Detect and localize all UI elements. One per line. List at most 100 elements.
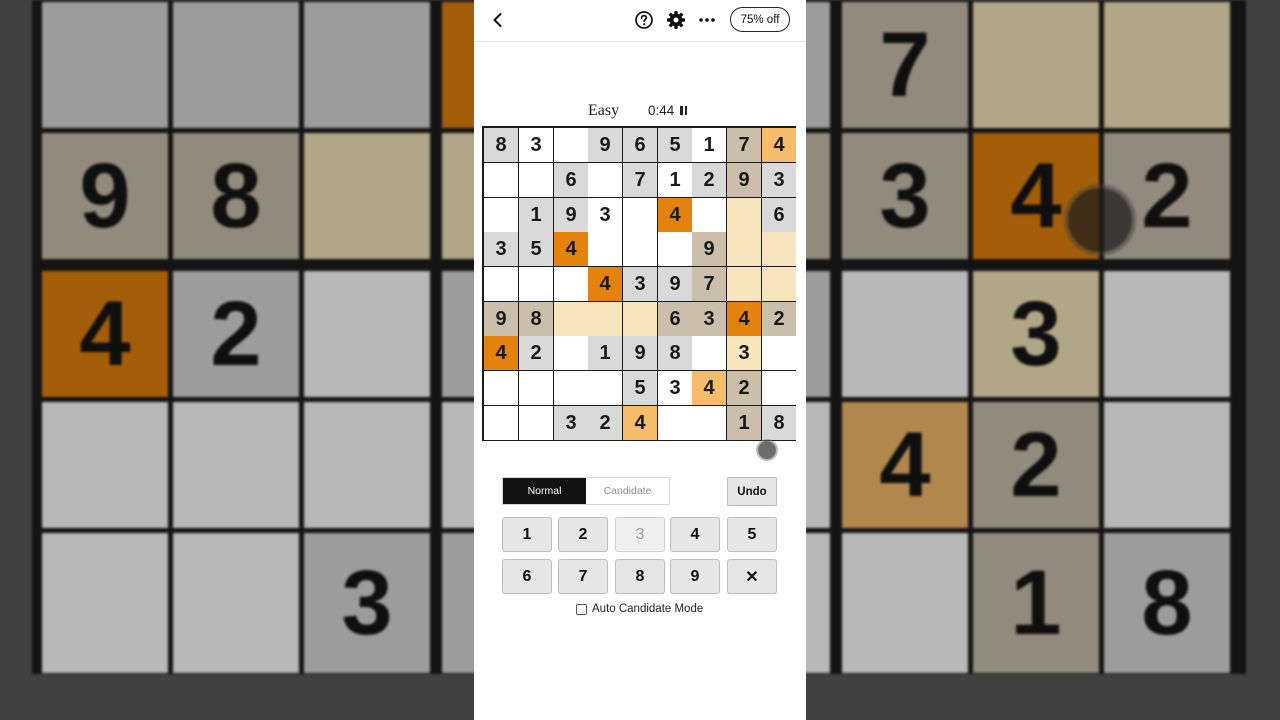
board-cell[interactable] xyxy=(484,198,518,232)
board-cell[interactable]: 3 xyxy=(727,336,761,370)
number-key[interactable]: 5 xyxy=(727,517,777,552)
board-cell[interactable]: 4 xyxy=(484,336,518,370)
board-cell[interactable] xyxy=(727,198,761,232)
chevron-left-icon[interactable] xyxy=(488,10,508,30)
board-cell[interactable] xyxy=(484,163,518,197)
number-key[interactable]: 1 xyxy=(502,517,552,552)
board-cell[interactable] xyxy=(588,163,622,197)
board-cell[interactable]: 6 xyxy=(554,163,588,197)
board-cell[interactable] xyxy=(484,267,518,301)
board-cell[interactable]: 2 xyxy=(762,302,796,336)
board-cell[interactable] xyxy=(554,336,588,370)
board-cell[interactable]: 9 xyxy=(658,267,692,301)
board-cell[interactable]: 3 xyxy=(762,163,796,197)
erase-button[interactable]: ✕ xyxy=(727,559,777,594)
board-cell[interactable] xyxy=(484,406,518,440)
board-cell[interactable]: 9 xyxy=(588,128,622,162)
number-key[interactable]: 4 xyxy=(670,517,720,552)
board-cell[interactable] xyxy=(623,302,657,336)
board-cell[interactable] xyxy=(762,371,796,405)
board-cell[interactable] xyxy=(692,336,726,370)
board-cell[interactable]: 1 xyxy=(727,406,761,440)
board-cell[interactable] xyxy=(554,302,588,336)
auto-candidate-checkbox[interactable] xyxy=(576,603,587,615)
board-cell[interactable] xyxy=(692,406,726,440)
board-cell[interactable] xyxy=(519,163,553,197)
board-cell[interactable] xyxy=(727,267,761,301)
pause-icon[interactable] xyxy=(680,106,687,115)
board-cell[interactable] xyxy=(588,232,622,266)
board-cell[interactable]: 2 xyxy=(588,406,622,440)
number-key[interactable]: 9 xyxy=(670,559,720,594)
number-key[interactable]: 7 xyxy=(558,559,608,594)
board-cell[interactable]: 5 xyxy=(519,232,553,266)
board-cell[interactable] xyxy=(762,336,796,370)
board-cell[interactable]: 9 xyxy=(623,336,657,370)
number-key[interactable]: 3 xyxy=(615,517,665,552)
board-cell[interactable]: 1 xyxy=(692,128,726,162)
board-cell[interactable]: 8 xyxy=(658,336,692,370)
board-cell[interactable]: 7 xyxy=(692,267,726,301)
board-cell[interactable]: 9 xyxy=(692,232,726,266)
board-cell[interactable]: 5 xyxy=(623,371,657,405)
promo-button[interactable]: 75% off xyxy=(730,7,790,32)
board-cell[interactable] xyxy=(588,371,622,405)
ellipsis-icon[interactable] xyxy=(697,10,717,30)
board-cell[interactable]: 2 xyxy=(727,371,761,405)
number-key[interactable]: 2 xyxy=(558,517,608,552)
board-cell[interactable]: 3 xyxy=(554,406,588,440)
question-circle-icon[interactable] xyxy=(634,10,654,30)
board-cell[interactable] xyxy=(623,232,657,266)
number-key[interactable]: 8 xyxy=(615,559,665,594)
board-cell[interactable]: 3 xyxy=(623,267,657,301)
board-cell[interactable]: 7 xyxy=(623,163,657,197)
board-cell[interactable] xyxy=(519,371,553,405)
board-cell[interactable]: 9 xyxy=(727,163,761,197)
board-cell[interactable] xyxy=(554,128,588,162)
board-cell[interactable]: 4 xyxy=(554,232,588,266)
board-cell[interactable]: 4 xyxy=(658,198,692,232)
normal-mode-button[interactable]: Normal xyxy=(503,478,586,504)
number-key[interactable]: 6 xyxy=(502,559,552,594)
board-cell[interactable] xyxy=(519,406,553,440)
board-cell[interactable] xyxy=(484,371,518,405)
board-cell[interactable]: 3 xyxy=(588,198,622,232)
board-cell[interactable] xyxy=(554,267,588,301)
gear-icon[interactable] xyxy=(666,10,686,30)
board-cell[interactable]: 2 xyxy=(519,336,553,370)
board-cell[interactable]: 4 xyxy=(588,267,622,301)
board-cell[interactable]: 3 xyxy=(484,232,518,266)
board-cell[interactable]: 8 xyxy=(519,302,553,336)
board-cell[interactable] xyxy=(588,302,622,336)
board-cell[interactable]: 1 xyxy=(519,198,553,232)
board-cell[interactable]: 3 xyxy=(692,302,726,336)
undo-button[interactable]: Undo xyxy=(727,477,777,506)
board-cell[interactable]: 7 xyxy=(727,128,761,162)
board-cell[interactable]: 1 xyxy=(658,163,692,197)
board-cell[interactable] xyxy=(727,232,761,266)
auto-candidate-toggle[interactable]: Auto Candidate Mode xyxy=(576,603,703,615)
board-cell[interactable]: 4 xyxy=(692,371,726,405)
board-cell[interactable]: 3 xyxy=(658,371,692,405)
board-cell[interactable]: 9 xyxy=(554,198,588,232)
board-cell[interactable]: 6 xyxy=(762,198,796,232)
board-cell[interactable]: 1 xyxy=(588,336,622,370)
board-cell[interactable]: 8 xyxy=(762,406,796,440)
board-cell[interactable]: 4 xyxy=(762,128,796,162)
board-cell[interactable]: 5 xyxy=(658,128,692,162)
board-cell[interactable] xyxy=(623,198,657,232)
board-cell[interactable] xyxy=(658,406,692,440)
board-cell[interactable]: 4 xyxy=(727,302,761,336)
board-cell[interactable] xyxy=(692,198,726,232)
board-cell[interactable]: 6 xyxy=(658,302,692,336)
candidate-mode-button[interactable]: Candidate xyxy=(586,478,669,504)
board-cell[interactable] xyxy=(658,232,692,266)
board-cell[interactable]: 2 xyxy=(692,163,726,197)
board-cell[interactable] xyxy=(762,232,796,266)
board-cell[interactable]: 3 xyxy=(519,128,553,162)
board-cell[interactable] xyxy=(519,267,553,301)
board-cell[interactable]: 9 xyxy=(484,302,518,336)
board-cell[interactable]: 4 xyxy=(623,406,657,440)
board-cell[interactable] xyxy=(762,267,796,301)
board-cell[interactable]: 8 xyxy=(484,128,518,162)
